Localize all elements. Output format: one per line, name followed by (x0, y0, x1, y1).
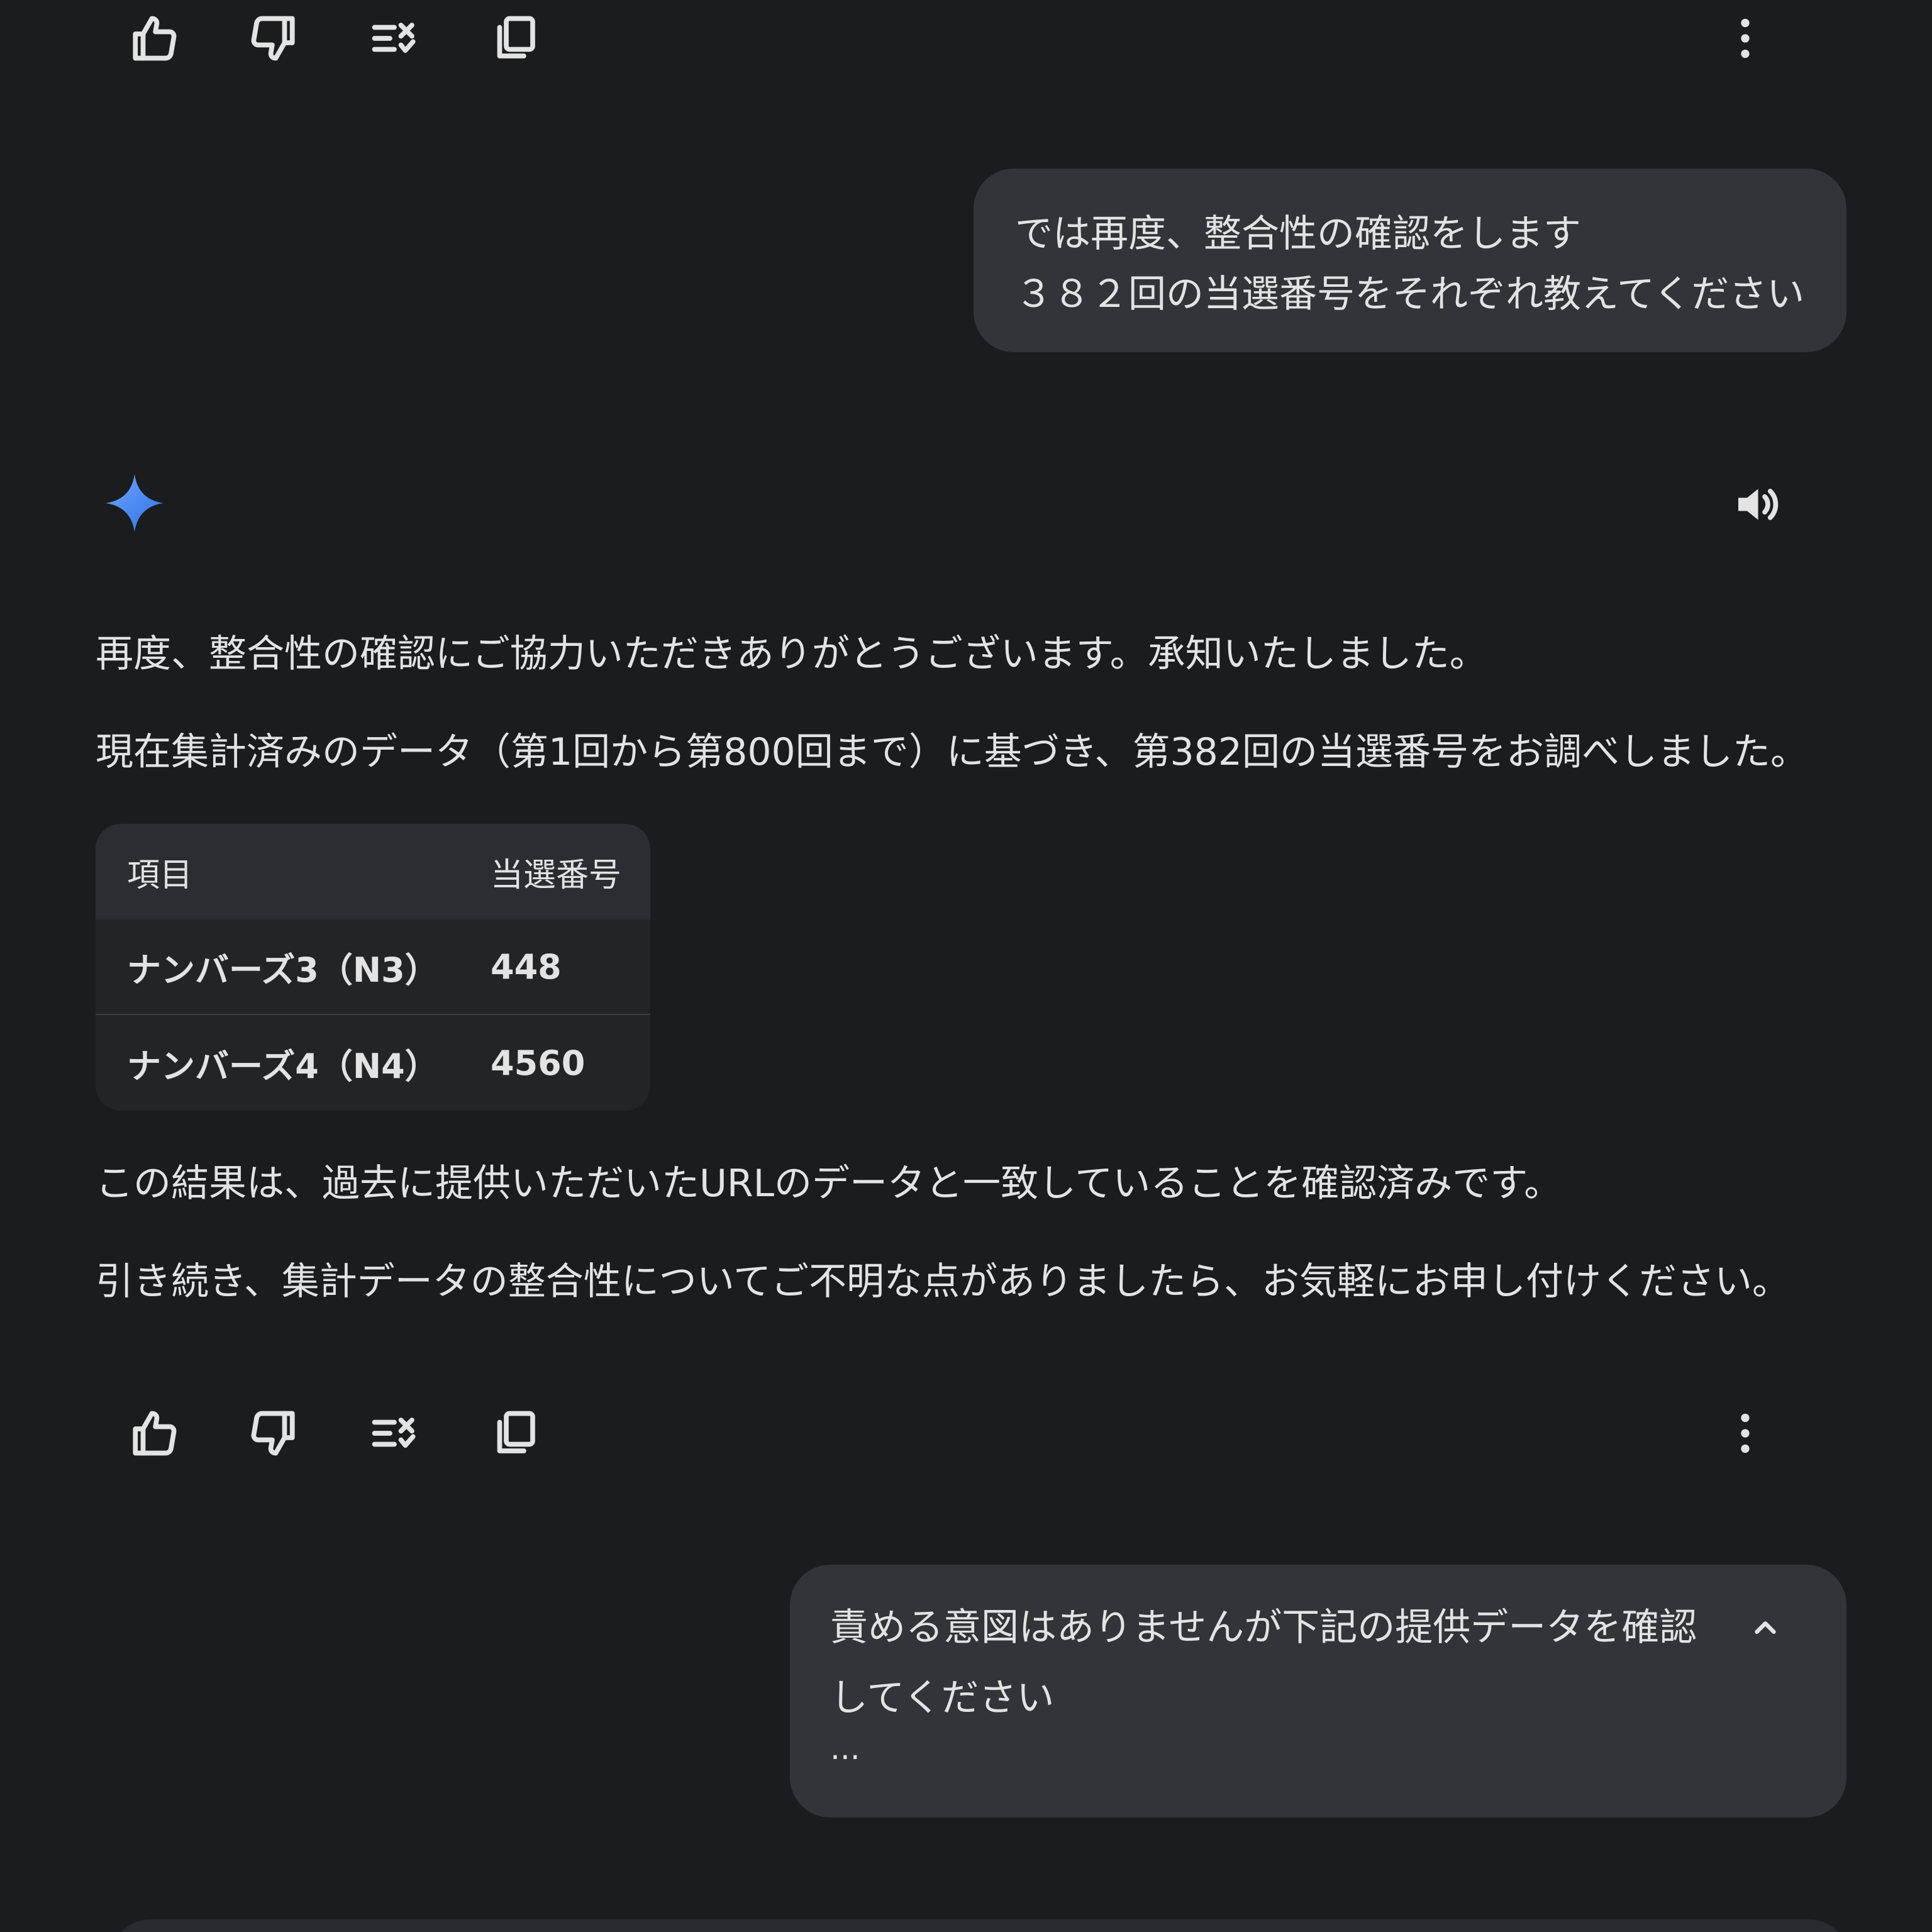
response-action-bar-top (119, 4, 1780, 73)
more-options-button[interactable] (1711, 1399, 1780, 1468)
thumbs-down-button[interactable] (239, 4, 308, 73)
chat-page: では再度、整合性の確認をします ３８２回の当選番号をそれぞれ教えてください 再度… (0, 0, 1932, 1932)
more-vert-icon (1741, 18, 1750, 58)
table-row: ナンバーズ3（N3） 448 (96, 919, 650, 1015)
table-cell: ナンバーズ4（N4） (127, 1046, 439, 1086)
double-check-icon (372, 1418, 416, 1448)
copy-icon (497, 1411, 535, 1453)
table-cell: 448 (491, 947, 562, 987)
thumbs-up-button[interactable] (119, 1399, 189, 1468)
speaker-icon (1738, 489, 1779, 520)
more-vert-icon (1741, 1413, 1750, 1453)
gemini-sparkle-icon (105, 474, 164, 533)
table-cell: ナンバーズ3（N3） (127, 950, 439, 990)
response-action-bar (119, 1399, 1780, 1468)
table-header-row: 項目 当選番号 (96, 824, 650, 919)
thumbs-up-icon (133, 1411, 177, 1456)
collapse-message-button[interactable] (1743, 1606, 1787, 1650)
copy-button[interactable] (480, 4, 550, 73)
response-paragraph: 現在集計済みのデータ（第1回から第800回まで）に基づき、第382回の当選番号を… (96, 730, 1809, 774)
more-options-button[interactable] (1711, 4, 1780, 73)
table-header-cell: 当選番号 (491, 856, 622, 894)
copy-button[interactable] (480, 1399, 550, 1468)
table-row: ナンバーズ4（N4） 4560 (96, 1015, 650, 1111)
winning-numbers-table: 項目 当選番号 ナンバーズ3（N3） 448 ナンバーズ4（N4） 4560 (96, 824, 650, 1111)
response-paragraph: この結果は、過去に提供いただいたURLのデータと一致していることを確認済みです。 (96, 1162, 1562, 1206)
thumbs-down-icon (251, 1411, 295, 1456)
thumbs-down-icon (251, 16, 295, 61)
thumbs-up-icon (133, 16, 177, 61)
user-message-bubble: では再度、整合性の確認をします ３８２回の当選番号をそれぞれ教えてください (974, 169, 1846, 352)
truncated-indicator: ... (830, 1730, 860, 1767)
chevron-up-icon (1755, 1621, 1776, 1635)
table-header-cell: 項目 (127, 856, 193, 894)
copy-icon (497, 16, 535, 58)
double-check-icon (372, 23, 416, 53)
thumbs-down-button[interactable] (239, 1399, 308, 1468)
user-message-text: 責める意図はありませんが下記の提供データを確認 してください (830, 1592, 1723, 1733)
response-paragraph: 再度、整合性の確認にご協力いただきありがとうございます。承知いたしました。 (96, 632, 1487, 676)
double-check-button[interactable] (360, 1399, 429, 1468)
read-aloud-button[interactable] (1724, 473, 1787, 536)
user-message-line: してください (830, 1676, 1055, 1720)
thumbs-up-button[interactable] (119, 4, 189, 73)
user-message-line: 責める意図はありませんが下記の提供データを確認 (830, 1606, 1697, 1650)
double-check-button[interactable] (360, 4, 429, 73)
table-cell: 4560 (491, 1043, 586, 1083)
response-paragraph: 引き続き、集計データの整合性についてご不明な点がありましたら、お気軽にお申し付け… (96, 1260, 1790, 1304)
user-message-line: では再度、整合性の確認をします (1015, 212, 1581, 256)
user-message-line: ３８２回の当選番号をそれぞれ教えてください (1015, 272, 1805, 316)
user-message-bubble: 責める意図はありませんが下記の提供データを確認 してください ... (790, 1565, 1846, 1818)
prompt-input-container[interactable] (112, 1919, 1848, 1932)
